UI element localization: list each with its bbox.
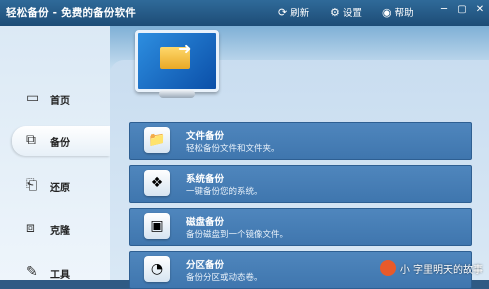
clone-icon: ⧈ [26, 220, 35, 236]
maximize-button[interactable]: ▢ [455, 3, 469, 17]
app-window: 轻松备份 - 免费的备份软件 ⟳ 刷新 ⚙ 设置 ◉ 帮助 ─ ▢ ✕ ▭ 首页… [0, 0, 489, 289]
close-button[interactable]: ✕ [473, 3, 487, 17]
backup-hero-graphic: ➜ [135, 30, 219, 100]
sidebar-item-label: 克隆 [50, 226, 70, 237]
arrow-icon: ➜ [178, 39, 192, 58]
monitor-stand [159, 90, 195, 98]
help-button[interactable]: ◉ 帮助 [382, 5, 414, 20]
watermark-logo-icon [379, 260, 396, 276]
option-desc: 备份分区或动态卷。 [186, 273, 263, 283]
windows-icon: ❖ [144, 170, 170, 196]
settings-button[interactable]: ⚙ 设置 [330, 5, 362, 20]
option-title: 分区备份 [186, 260, 225, 271]
gear-icon: ⚙ [330, 5, 340, 19]
sidebar-item-label: 备份 [50, 138, 70, 149]
sidebar-item-backup[interactable]: ⧉ 备份 [12, 126, 110, 156]
settings-label: 设置 [342, 8, 362, 19]
sidebar: ▭ 首页 ⧉ 备份 ⎗ 还原 ⧈ 克隆 ✎ 工具 [0, 26, 110, 281]
sidebar-item-home[interactable]: ▭ 首页 [0, 84, 110, 114]
option-desc: 一键备份您的系统。 [186, 187, 263, 197]
option-title: 磁盘备份 [186, 217, 225, 228]
title-bar: 轻松备份 - 免费的备份软件 ⟳ 刷新 ⚙ 设置 ◉ 帮助 ─ ▢ ✕ [0, 0, 489, 26]
monitor-icon: ▭ [26, 90, 40, 106]
minimize-button[interactable]: ─ [437, 3, 451, 17]
sidebar-item-label: 工具 [50, 270, 70, 281]
sidebar-item-label: 首页 [50, 96, 70, 107]
watermark: 小 字里明天的故事 [379, 260, 483, 276]
refresh-label: 刷新 [290, 8, 310, 19]
file-backup-option[interactable]: 📁 文件备份 轻松备份文件和文件夹。 [129, 122, 472, 160]
monitor-icon: ➜ [135, 30, 219, 92]
window-title: 轻松备份 - 免费的备份软件 [6, 7, 136, 19]
option-title: 文件备份 [186, 131, 225, 142]
sidebar-item-clone[interactable]: ⧈ 克隆 [0, 214, 110, 244]
option-desc: 轻松备份文件和文件夹。 [186, 144, 280, 154]
help-icon: ◉ [382, 5, 392, 19]
system-backup-option[interactable]: ❖ 系统备份 一键备份您的系统。 [129, 165, 472, 203]
restore-icon: ⎗ [26, 177, 38, 193]
refresh-icon: ⟳ [278, 5, 288, 19]
disk-backup-option[interactable]: ▣ 磁盘备份 备份磁盘到一个镜像文件。 [129, 208, 472, 246]
tools-icon: ✎ [26, 264, 38, 280]
partition-icon: ◔ [144, 256, 170, 282]
backup-icon: ⧉ [26, 132, 36, 148]
sidebar-item-label: 还原 [50, 183, 70, 194]
sidebar-item-restore[interactable]: ⎗ 还原 [0, 171, 110, 201]
folder-icon: 📁 [144, 127, 170, 153]
help-label: 帮助 [394, 8, 414, 19]
disk-icon: ▣ [144, 213, 170, 239]
watermark-text: 小 字里明天的故事 [399, 264, 483, 276]
sidebar-item-tools[interactable]: ✎ 工具 [0, 258, 110, 288]
option-title: 系统备份 [186, 174, 225, 185]
refresh-button[interactable]: ⟳ 刷新 [278, 5, 310, 20]
option-desc: 备份磁盘到一个镜像文件。 [186, 230, 289, 240]
